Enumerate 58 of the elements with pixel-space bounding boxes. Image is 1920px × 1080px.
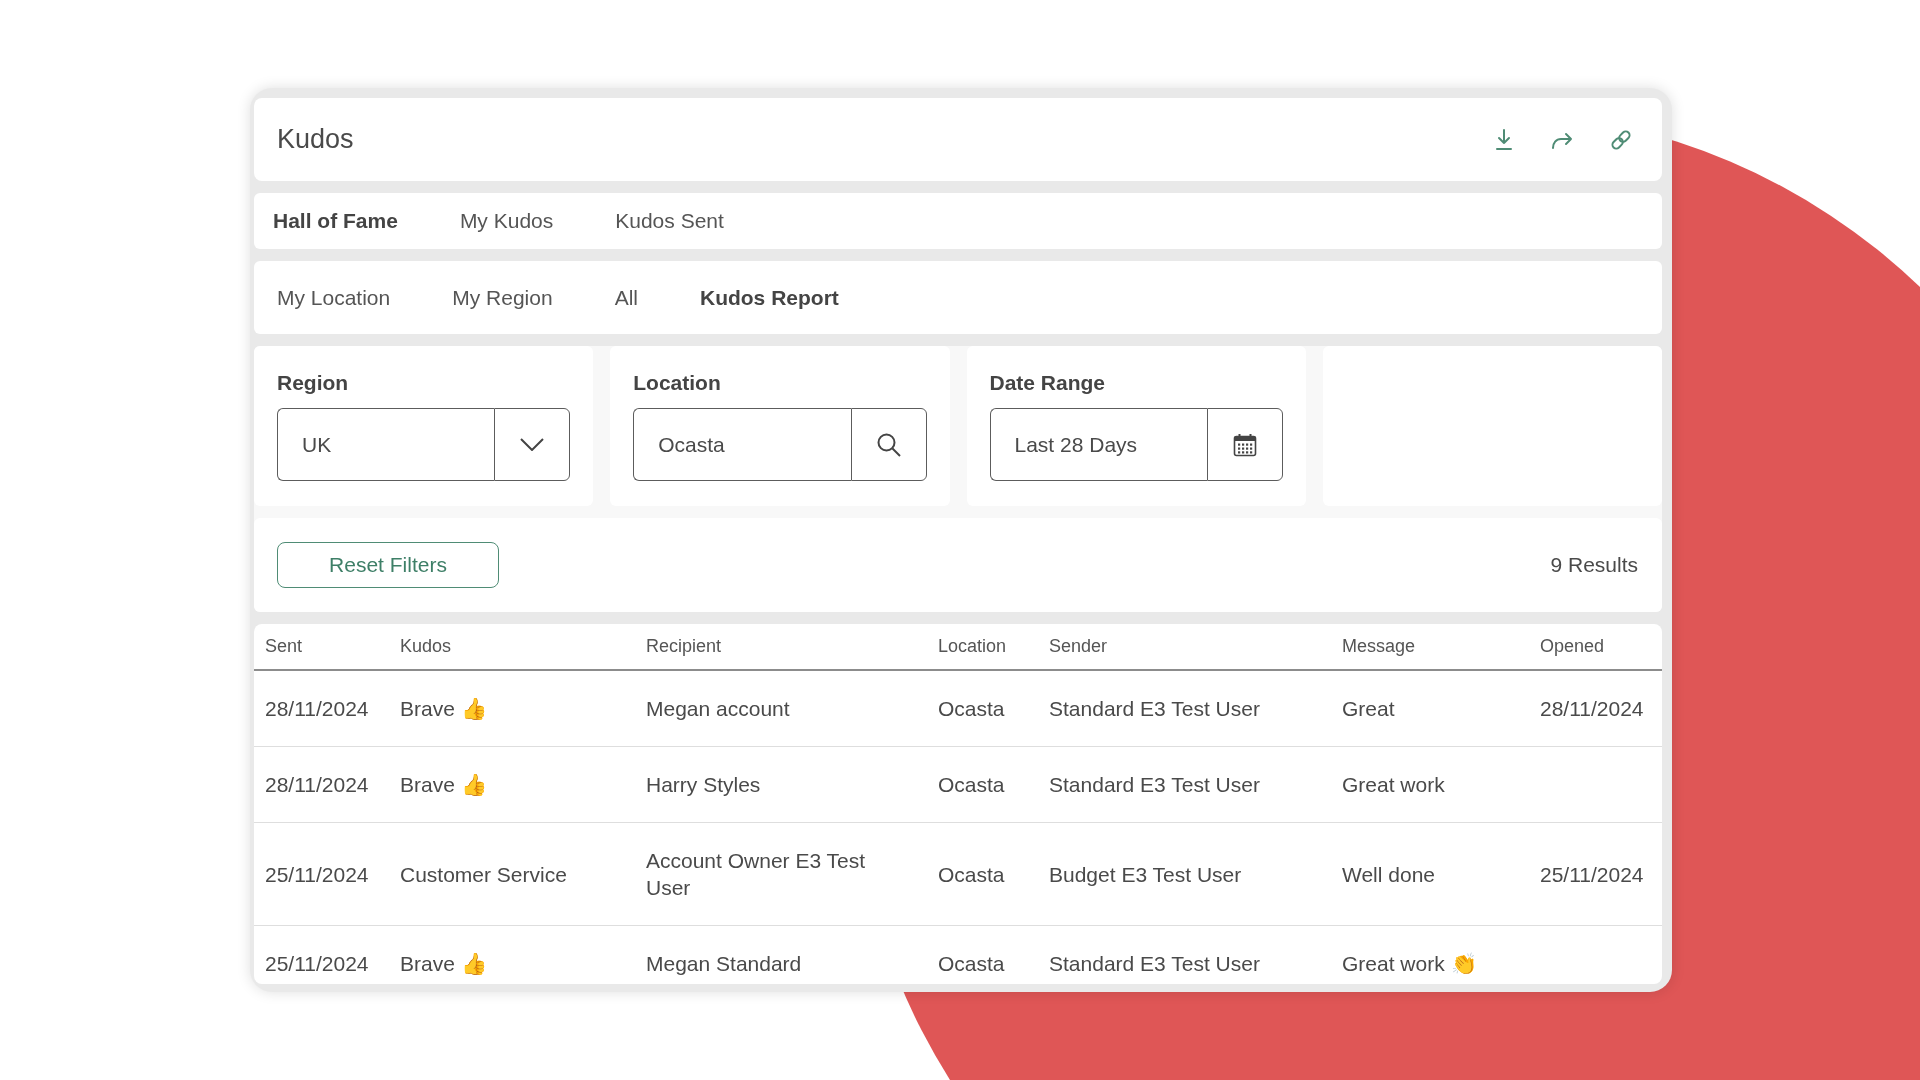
location-name: Ocasta [938,697,1005,720]
calendar-icon [1232,432,1257,457]
link-icon[interactable] [1610,128,1632,151]
sender-name: Budget E3 Test User [1049,862,1242,886]
tab[interactable]: Kudos Sent [615,209,724,233]
tab[interactable]: Kudos Report [699,285,839,310]
reset-button[interactable]: Reset Filters [277,542,499,588]
search-button[interactable] [850,408,927,481]
tab[interactable]: Hall of Fame [273,209,398,233]
filter-label: Region [277,370,349,396]
sender-name: Standard E3 Test User [1049,952,1260,975]
sent-date: 25/11/2024 [265,862,369,886]
message-text: Great work 👏 [1342,952,1477,975]
message-text: Great work [1342,773,1445,796]
tab[interactable]: My Location [277,285,391,310]
kudos-name: Brave 👍 [400,773,487,796]
column-header: Sent [254,624,388,670]
sent-date: 28/11/2024 [265,697,369,720]
sender-name: Standard E3 Test User [1049,773,1260,796]
sender-name: Standard E3 Test User [1049,697,1260,720]
chevron-down-icon [520,438,545,451]
kudos-name: Brave 👍 [400,952,487,975]
location-name: Ocasta [938,862,1005,886]
recipient-name: Megan Standard [646,952,802,975]
page-title: Kudos [277,124,354,155]
location-name: Ocasta [938,952,1005,975]
tab[interactable]: My Kudos [459,209,554,233]
location-name: Ocasta [938,773,1005,796]
tab[interactable]: All [614,285,638,310]
recipient-name: Account Owner E3 Test User [646,849,866,899]
results-count: 9 Results [1550,553,1638,577]
kudos-name: Customer Service [400,862,567,886]
search-icon [876,432,901,457]
column-header: Opened [1528,624,1662,670]
download-icon[interactable] [1494,129,1514,150]
filter-label: Location [633,370,721,396]
dropdown-toggle-button[interactable] [494,408,571,481]
sent-date: 25/11/2024 [265,952,369,975]
recipient-name: Megan account [646,697,790,720]
share-icon[interactable] [1551,130,1573,149]
message-text: Well done [1342,862,1435,886]
opened-date: 28/11/2024 [1540,697,1644,720]
column-header: Kudos [388,624,634,670]
filter-label: Date Range [989,370,1106,396]
column-header: Sender [1037,624,1330,670]
sent-date: 28/11/2024 [265,773,369,796]
search-field[interactable]: Ocasta [633,408,851,481]
message-text: Great [1342,697,1395,720]
dropdown-field[interactable]: UK [277,408,495,481]
calendar-button[interactable] [1206,408,1283,481]
tab[interactable]: My Region [452,285,553,310]
column-header: Recipient [634,624,926,670]
recipient-name: Harry Styles [646,773,761,796]
opened-date: 25/11/2024 [1540,862,1644,886]
column-header: Message [1330,624,1528,670]
column-header: Location [926,624,1037,670]
date-field[interactable]: Last 28 Days [989,408,1207,481]
kudos-name: Brave 👍 [400,697,487,720]
